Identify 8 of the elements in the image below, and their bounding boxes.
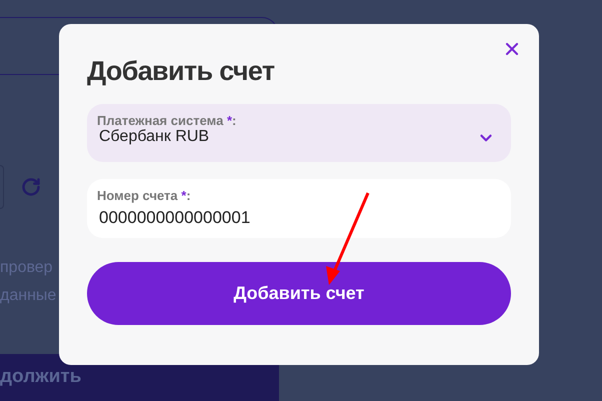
dialog-title: Добавить счет — [87, 55, 276, 88]
field-label: Номер счета *: — [97, 188, 192, 203]
payment-system-select[interactable]: Платежная система *: Сбербанк RUB — [87, 104, 511, 162]
select-value: Сбербанк RUB — [98, 128, 210, 146]
account-number-field[interactable]: Номер счета *: 0000000000000001 — [87, 179, 511, 238]
field-label: Платежная система *: — [97, 113, 236, 128]
field-value: 0000000000000001 — [98, 207, 252, 229]
submit-button[interactable]: Добавить счет — [87, 262, 511, 325]
